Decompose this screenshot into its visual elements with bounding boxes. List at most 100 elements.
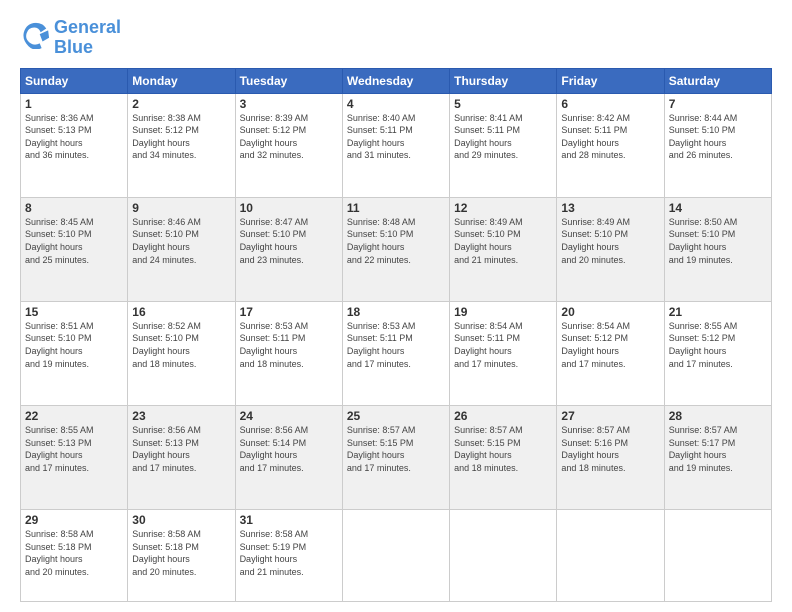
day-number: 31 — [240, 513, 338, 527]
calendar-header-row: SundayMondayTuesdayWednesdayThursdayFrid… — [21, 68, 772, 93]
calendar-cell: 23 Sunrise: 8:56 AM Sunset: 5:13 PM Dayl… — [128, 405, 235, 509]
day-number: 16 — [132, 305, 230, 319]
day-info: Sunrise: 8:57 AM Sunset: 5:17 PM Dayligh… — [669, 424, 767, 474]
calendar-week-5: 29 Sunrise: 8:58 AM Sunset: 5:18 PM Dayl… — [21, 510, 772, 602]
day-info: Sunrise: 8:49 AM Sunset: 5:10 PM Dayligh… — [454, 216, 552, 266]
day-number: 21 — [669, 305, 767, 319]
calendar-cell: 19 Sunrise: 8:54 AM Sunset: 5:11 PM Dayl… — [450, 301, 557, 405]
calendar-cell: 21 Sunrise: 8:55 AM Sunset: 5:12 PM Dayl… — [664, 301, 771, 405]
day-number: 19 — [454, 305, 552, 319]
day-number: 10 — [240, 201, 338, 215]
day-number: 1 — [25, 97, 123, 111]
day-number: 20 — [561, 305, 659, 319]
calendar-cell: 12 Sunrise: 8:49 AM Sunset: 5:10 PM Dayl… — [450, 197, 557, 301]
day-number: 24 — [240, 409, 338, 423]
calendar-header-tuesday: Tuesday — [235, 68, 342, 93]
day-info: Sunrise: 8:57 AM Sunset: 5:15 PM Dayligh… — [347, 424, 445, 474]
calendar-header-wednesday: Wednesday — [342, 68, 449, 93]
day-number: 9 — [132, 201, 230, 215]
day-number: 14 — [669, 201, 767, 215]
day-info: Sunrise: 8:58 AM Sunset: 5:19 PM Dayligh… — [240, 528, 338, 578]
day-number: 5 — [454, 97, 552, 111]
page: GeneralBlue SundayMondayTuesdayWednesday… — [0, 0, 792, 612]
day-info: Sunrise: 8:54 AM Sunset: 5:12 PM Dayligh… — [561, 320, 659, 370]
calendar-cell: 30 Sunrise: 8:58 AM Sunset: 5:18 PM Dayl… — [128, 510, 235, 602]
calendar-header-friday: Friday — [557, 68, 664, 93]
day-info: Sunrise: 8:56 AM Sunset: 5:13 PM Dayligh… — [132, 424, 230, 474]
day-info: Sunrise: 8:38 AM Sunset: 5:12 PM Dayligh… — [132, 112, 230, 162]
calendar-header-monday: Monday — [128, 68, 235, 93]
day-info: Sunrise: 8:40 AM Sunset: 5:11 PM Dayligh… — [347, 112, 445, 162]
calendar-cell: 6 Sunrise: 8:42 AM Sunset: 5:11 PM Dayli… — [557, 93, 664, 197]
calendar-header-thursday: Thursday — [450, 68, 557, 93]
day-info: Sunrise: 8:56 AM Sunset: 5:14 PM Dayligh… — [240, 424, 338, 474]
calendar-cell — [342, 510, 449, 602]
calendar-cell: 11 Sunrise: 8:48 AM Sunset: 5:10 PM Dayl… — [342, 197, 449, 301]
calendar-cell: 10 Sunrise: 8:47 AM Sunset: 5:10 PM Dayl… — [235, 197, 342, 301]
day-number: 26 — [454, 409, 552, 423]
logo-icon — [22, 21, 50, 49]
day-number: 4 — [347, 97, 445, 111]
day-number: 28 — [669, 409, 767, 423]
day-info: Sunrise: 8:57 AM Sunset: 5:16 PM Dayligh… — [561, 424, 659, 474]
header: GeneralBlue — [20, 18, 772, 58]
day-number: 22 — [25, 409, 123, 423]
day-number: 11 — [347, 201, 445, 215]
calendar-cell: 9 Sunrise: 8:46 AM Sunset: 5:10 PM Dayli… — [128, 197, 235, 301]
calendar-cell — [450, 510, 557, 602]
day-number: 29 — [25, 513, 123, 527]
day-info: Sunrise: 8:57 AM Sunset: 5:15 PM Dayligh… — [454, 424, 552, 474]
calendar-cell — [664, 510, 771, 602]
day-info: Sunrise: 8:44 AM Sunset: 5:10 PM Dayligh… — [669, 112, 767, 162]
day-info: Sunrise: 8:47 AM Sunset: 5:10 PM Dayligh… — [240, 216, 338, 266]
calendar-cell: 5 Sunrise: 8:41 AM Sunset: 5:11 PM Dayli… — [450, 93, 557, 197]
calendar-cell: 8 Sunrise: 8:45 AM Sunset: 5:10 PM Dayli… — [21, 197, 128, 301]
calendar-table: SundayMondayTuesdayWednesdayThursdayFrid… — [20, 68, 772, 602]
calendar-cell — [557, 510, 664, 602]
day-number: 2 — [132, 97, 230, 111]
calendar-cell: 3 Sunrise: 8:39 AM Sunset: 5:12 PM Dayli… — [235, 93, 342, 197]
day-info: Sunrise: 8:58 AM Sunset: 5:18 PM Dayligh… — [25, 528, 123, 578]
calendar-header-sunday: Sunday — [21, 68, 128, 93]
day-info: Sunrise: 8:39 AM Sunset: 5:12 PM Dayligh… — [240, 112, 338, 162]
day-number: 12 — [454, 201, 552, 215]
calendar-week-4: 22 Sunrise: 8:55 AM Sunset: 5:13 PM Dayl… — [21, 405, 772, 509]
day-number: 17 — [240, 305, 338, 319]
calendar-cell: 1 Sunrise: 8:36 AM Sunset: 5:13 PM Dayli… — [21, 93, 128, 197]
day-info: Sunrise: 8:55 AM Sunset: 5:12 PM Dayligh… — [669, 320, 767, 370]
day-number: 8 — [25, 201, 123, 215]
calendar-cell: 26 Sunrise: 8:57 AM Sunset: 5:15 PM Dayl… — [450, 405, 557, 509]
day-info: Sunrise: 8:45 AM Sunset: 5:10 PM Dayligh… — [25, 216, 123, 266]
calendar-cell: 4 Sunrise: 8:40 AM Sunset: 5:11 PM Dayli… — [342, 93, 449, 197]
calendar-cell: 25 Sunrise: 8:57 AM Sunset: 5:15 PM Dayl… — [342, 405, 449, 509]
day-number: 18 — [347, 305, 445, 319]
day-info: Sunrise: 8:53 AM Sunset: 5:11 PM Dayligh… — [240, 320, 338, 370]
day-number: 27 — [561, 409, 659, 423]
calendar-cell: 15 Sunrise: 8:51 AM Sunset: 5:10 PM Dayl… — [21, 301, 128, 405]
calendar-cell: 24 Sunrise: 8:56 AM Sunset: 5:14 PM Dayl… — [235, 405, 342, 509]
calendar-week-1: 1 Sunrise: 8:36 AM Sunset: 5:13 PM Dayli… — [21, 93, 772, 197]
day-number: 30 — [132, 513, 230, 527]
logo: GeneralBlue — [20, 18, 121, 58]
calendar-cell: 13 Sunrise: 8:49 AM Sunset: 5:10 PM Dayl… — [557, 197, 664, 301]
calendar-week-3: 15 Sunrise: 8:51 AM Sunset: 5:10 PM Dayl… — [21, 301, 772, 405]
calendar-cell: 31 Sunrise: 8:58 AM Sunset: 5:19 PM Dayl… — [235, 510, 342, 602]
calendar-header-saturday: Saturday — [664, 68, 771, 93]
calendar-cell: 18 Sunrise: 8:53 AM Sunset: 5:11 PM Dayl… — [342, 301, 449, 405]
calendar-cell: 27 Sunrise: 8:57 AM Sunset: 5:16 PM Dayl… — [557, 405, 664, 509]
calendar-cell: 20 Sunrise: 8:54 AM Sunset: 5:12 PM Dayl… — [557, 301, 664, 405]
day-number: 7 — [669, 97, 767, 111]
day-info: Sunrise: 8:51 AM Sunset: 5:10 PM Dayligh… — [25, 320, 123, 370]
day-number: 23 — [132, 409, 230, 423]
day-info: Sunrise: 8:50 AM Sunset: 5:10 PM Dayligh… — [669, 216, 767, 266]
calendar-cell: 2 Sunrise: 8:38 AM Sunset: 5:12 PM Dayli… — [128, 93, 235, 197]
day-info: Sunrise: 8:55 AM Sunset: 5:13 PM Dayligh… — [25, 424, 123, 474]
day-number: 3 — [240, 97, 338, 111]
day-info: Sunrise: 8:42 AM Sunset: 5:11 PM Dayligh… — [561, 112, 659, 162]
calendar-cell: 22 Sunrise: 8:55 AM Sunset: 5:13 PM Dayl… — [21, 405, 128, 509]
day-info: Sunrise: 8:41 AM Sunset: 5:11 PM Dayligh… — [454, 112, 552, 162]
calendar-cell: 14 Sunrise: 8:50 AM Sunset: 5:10 PM Dayl… — [664, 197, 771, 301]
day-number: 6 — [561, 97, 659, 111]
day-info: Sunrise: 8:36 AM Sunset: 5:13 PM Dayligh… — [25, 112, 123, 162]
day-info: Sunrise: 8:52 AM Sunset: 5:10 PM Dayligh… — [132, 320, 230, 370]
